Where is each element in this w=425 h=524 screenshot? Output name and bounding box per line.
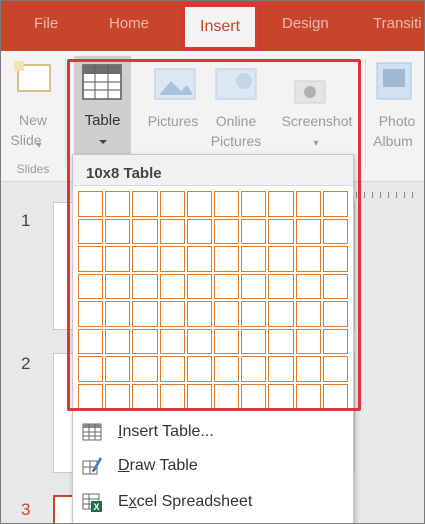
tab-transitions[interactable]: Transiti (373, 15, 422, 32)
new-slide-label: New (18, 112, 47, 128)
slide-number-3: 3 (21, 500, 31, 519)
slide-number-2: 2 (21, 354, 31, 373)
draw-table-label: Draw Table (118, 457, 198, 474)
excel-icon: X (81, 491, 103, 513)
insert-table-label: Insert Table... (118, 423, 214, 440)
insert-table-icon (81, 421, 103, 443)
powerpoint-window: File Home Insert Design Transiti New Sli… (0, 0, 425, 524)
photo-album-label-2: Album (373, 133, 413, 149)
group-separator (365, 59, 366, 169)
draw-table-item[interactable]: Draw Table (73, 449, 353, 483)
excel-spreadsheet-label: Excel Spreadsheet (118, 493, 253, 510)
photo-album-icon[interactable] (373, 59, 417, 108)
photo-album-label: Photo (378, 113, 416, 129)
group-separator (65, 59, 66, 169)
insert-tab-highlight (181, 3, 262, 51)
new-slide-caret-icon[interactable]: ▾ (34, 137, 44, 155)
tab-design[interactable]: Design (282, 15, 329, 32)
table-grid-highlight (67, 59, 361, 411)
insert-table-item[interactable]: Insert Table... (73, 415, 353, 449)
tab-home[interactable]: Home (109, 15, 149, 32)
slide-number-1: 1 (21, 211, 31, 230)
svg-text:X: X (93, 502, 99, 512)
draw-table-pencil-icon (81, 455, 103, 477)
tab-file[interactable]: File (34, 15, 58, 32)
excel-spreadsheet-item[interactable]: X Excel Spreadsheet (73, 485, 353, 519)
slides-group-label: Slides (16, 162, 50, 176)
new-slide-icon[interactable] (12, 59, 56, 108)
